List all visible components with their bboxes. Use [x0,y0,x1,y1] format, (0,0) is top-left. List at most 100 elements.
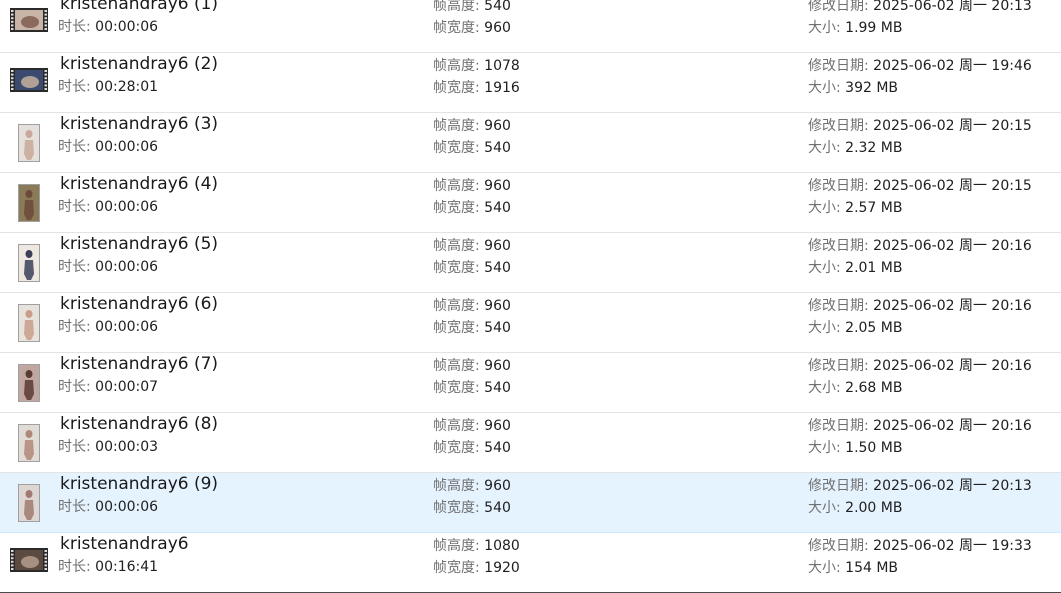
file-row[interactable]: kristenandray6 (4) 时长: 00:00:06 帧高度: 960 帧宽… [0,173,1061,233]
modified-date-value: 2025-06-02 周一 20:13 [873,478,1032,494]
frame-height-line: 帧高度: 960 [433,116,511,136]
file-list: kristenandray6 (1) 时长: 00:00:06 帧高度: 540 帧宽… [0,0,1061,593]
frame-height-value: 540 [484,0,511,14]
frame-width-value: 540 [484,440,511,456]
file-name: kristenandray6 (9) [60,474,219,494]
modified-date-line: 修改日期: 2025-06-02 周一 20:13 [808,476,1032,496]
file-size-label: 大小: [808,20,846,36]
modified-date-label: 修改日期: [808,358,874,374]
frame-height-value: 960 [484,418,511,434]
file-size-value: 1.99 MB [845,20,903,36]
file-row[interactable]: kristenandray6 (3) 时长: 00:00:06 帧高度: 960 帧宽… [0,113,1061,173]
frame-height-line: 帧高度: 1078 [433,56,520,76]
file-row[interactable]: kristenandray6 (1) 时长: 00:00:06 帧高度: 540 帧宽… [0,0,1061,53]
duration-line: 时长: 00:00:06 [58,497,158,517]
frame-height-line: 帧高度: 960 [433,236,511,256]
video-thumbnail [18,424,40,462]
file-row[interactable]: kristenandray6 (6) 时长: 00:00:06 帧高度: 960 帧宽… [0,293,1061,353]
frame-width-line: 帧宽度: 1920 [433,558,520,578]
frame-width-line: 帧宽度: 540 [433,438,511,458]
modified-date-value: 2025-06-02 周一 20:13 [873,0,1032,14]
file-row[interactable]: kristenandray6 时长: 00:16:41 帧高度: 1080 帧宽度: … [0,533,1061,593]
frame-height-label: 帧高度: [433,178,485,194]
frame-width-label: 帧宽度: [433,320,485,336]
duration-label: 时长: [58,499,96,515]
duration-line: 时长: 00:00:06 [58,317,158,337]
file-size-label: 大小: [808,380,846,396]
modified-date-value: 2025-06-02 周一 20:16 [873,418,1032,434]
file-size-value: 2.57 MB [845,200,903,216]
frame-width-value: 540 [484,320,511,336]
frame-width-label: 帧宽度: [433,560,485,576]
frame-width-line: 帧宽度: 540 [433,318,511,338]
frame-width-line: 帧宽度: 1916 [433,78,520,98]
modified-date-label: 修改日期: [808,478,874,494]
modified-date-line: 修改日期: 2025-06-02 周一 20:15 [808,176,1032,196]
duration-value: 00:00:06 [95,259,159,275]
frame-width-label: 帧宽度: [433,200,485,216]
file-name: kristenandray6 (1) [60,0,219,14]
duration-label: 时长: [58,319,96,335]
frame-height-line: 帧高度: 960 [433,416,511,436]
file-size-line: 大小: 2.32 MB [808,138,902,158]
modified-date-label: 修改日期: [808,0,874,14]
file-size-label: 大小: [808,440,846,456]
modified-date-line: 修改日期: 2025-06-02 周一 20:16 [808,356,1032,376]
file-row[interactable]: kristenandray6 (9) 时长: 00:00:06 帧高度: 960 帧宽… [0,473,1061,533]
frame-height-label: 帧高度: [433,538,485,554]
file-size-line: 大小: 392 MB [808,78,898,98]
frame-width-line: 帧宽度: 540 [433,198,511,218]
duration-value: 00:28:01 [95,79,159,95]
duration-line: 时长: 00:00:06 [58,17,158,37]
modified-date-label: 修改日期: [808,298,874,314]
video-thumbnail [10,68,48,92]
modified-date-label: 修改日期: [808,178,874,194]
file-size-value: 154 MB [845,560,899,576]
duration-label: 时长: [58,79,96,95]
frame-width-line: 帧宽度: 540 [433,378,511,398]
duration-line: 时长: 00:28:01 [58,77,158,97]
frame-height-value: 960 [484,358,511,374]
frame-width-value: 540 [484,380,511,396]
file-size-line: 大小: 2.68 MB [808,378,902,398]
frame-width-label: 帧宽度: [433,260,485,276]
file-name: kristenandray6 (8) [60,414,219,434]
frame-height-value: 960 [484,118,511,134]
frame-height-label: 帧高度: [433,58,485,74]
duration-value: 00:00:06 [95,319,159,335]
duration-label: 时长: [58,139,96,155]
frame-width-line: 帧宽度: 540 [433,138,511,158]
file-row[interactable]: kristenandray6 (2) 时长: 00:28:01 帧高度: 1078 帧… [0,53,1061,113]
modified-date-value: 2025-06-02 周一 20:16 [873,298,1032,314]
modified-date-line: 修改日期: 2025-06-02 周一 20:16 [808,416,1032,436]
file-name: kristenandray6 (2) [60,54,219,74]
frame-width-label: 帧宽度: [433,440,485,456]
frame-width-value: 540 [484,500,511,516]
file-size-label: 大小: [808,320,846,336]
file-row[interactable]: kristenandray6 (5) 时长: 00:00:06 帧高度: 960 帧宽… [0,233,1061,293]
file-size-line: 大小: 2.00 MB [808,498,902,518]
duration-line: 时长: 00:00:03 [58,437,158,457]
file-row[interactable]: kristenandray6 (8) 时长: 00:00:03 帧高度: 960 帧宽… [0,413,1061,473]
video-thumbnail [18,124,40,162]
frame-height-label: 帧高度: [433,0,485,14]
frame-height-line: 帧高度: 960 [433,176,511,196]
frame-width-value: 1916 [484,80,520,96]
frame-width-line: 帧宽度: 960 [433,18,511,38]
file-size-value: 2.68 MB [845,380,903,396]
duration-value: 00:00:07 [95,379,159,395]
duration-line: 时长: 00:00:07 [58,377,158,397]
file-size-label: 大小: [808,260,846,276]
modified-date-value: 2025-06-02 周一 20:16 [873,238,1032,254]
duration-line: 时长: 00:00:06 [58,137,158,157]
file-row[interactable]: kristenandray6 (7) 时长: 00:00:07 帧高度: 960 帧宽… [0,353,1061,413]
modified-date-line: 修改日期: 2025-06-02 周一 20:16 [808,296,1032,316]
duration-value: 00:16:41 [95,559,159,575]
file-size-label: 大小: [808,80,846,96]
file-name: kristenandray6 (3) [60,114,219,134]
modified-date-line: 修改日期: 2025-06-02 周一 20:13 [808,0,1032,16]
modified-date-line: 修改日期: 2025-06-02 周一 20:16 [808,236,1032,256]
modified-date-label: 修改日期: [808,118,874,134]
file-name: kristenandray6 (7) [60,354,219,374]
frame-height-line: 帧高度: 960 [433,296,511,316]
